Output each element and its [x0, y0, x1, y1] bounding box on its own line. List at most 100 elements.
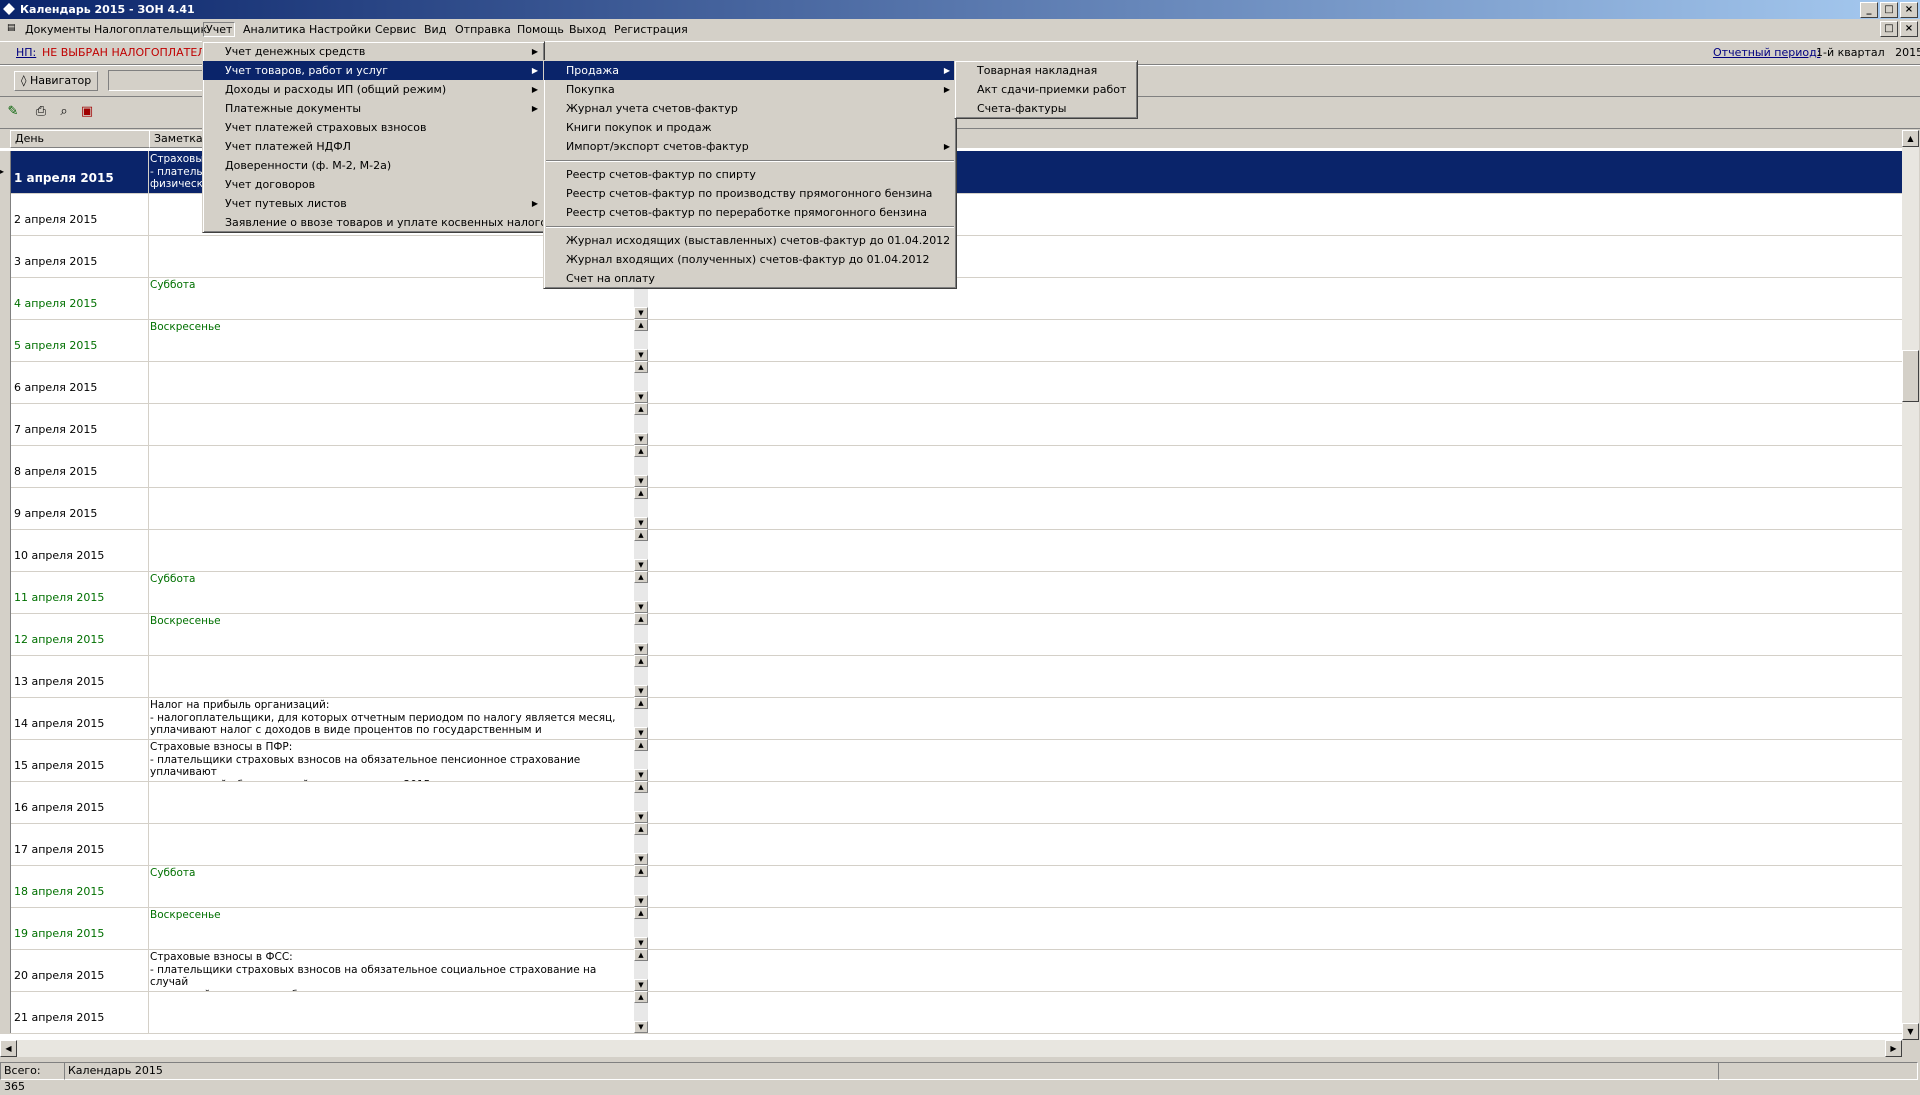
- goods-menu-item[interactable]: Журнал исходящих (выставленных) счетов-ф…: [544, 231, 956, 250]
- calendar-row[interactable]: 6 апреля 2015 ▲ ▼: [0, 361, 1902, 404]
- goods-menu-item[interactable]: Реестр счетов-фактур по производству пря…: [544, 184, 956, 203]
- note-scroll-down[interactable]: ▼: [634, 475, 648, 487]
- row-indicator[interactable]: [0, 571, 11, 613]
- minimize-button[interactable]: _: [1860, 2, 1878, 18]
- row-note[interactable]: Суббота: [150, 867, 630, 907]
- goods-menu-item[interactable]: Счет на оплату: [544, 269, 956, 288]
- calendar-row[interactable]: 19 апреля 2015 Воскресенье ▲ ▼: [0, 907, 1902, 950]
- note-scrollbar[interactable]: ▲▼: [634, 403, 648, 445]
- calendar-row[interactable]: 13 апреля 2015 ▲ ▼: [0, 655, 1902, 698]
- row-note[interactable]: Страховые взносы в ПФР: - плательщики ст…: [150, 741, 630, 781]
- note-scroll-up[interactable]: ▲: [634, 823, 648, 835]
- goods-menu-item[interactable]: Покупка ▶: [544, 80, 956, 99]
- goods-menu-item[interactable]: Журнал учета счетов-фактур: [544, 99, 956, 118]
- menu-exit[interactable]: Выход: [566, 22, 609, 37]
- row-indicator[interactable]: [0, 445, 11, 487]
- row-indicator[interactable]: [0, 781, 11, 823]
- uchet-menu-item[interactable]: Учет товаров, работ и услуг ▶: [203, 61, 544, 80]
- note-scroll-down[interactable]: ▼: [634, 601, 648, 613]
- note-scrollbar[interactable]: ▲▼: [634, 529, 648, 571]
- note-scroll-down[interactable]: ▼: [634, 769, 648, 781]
- note-scrollbar[interactable]: ▲▼: [634, 823, 648, 865]
- note-scroll-up[interactable]: ▲: [634, 361, 648, 373]
- menu-settings[interactable]: Настройки: [306, 22, 374, 37]
- note-scrollbar[interactable]: ▲▼: [634, 319, 648, 361]
- note-scroll-down[interactable]: ▼: [634, 433, 648, 445]
- note-scroll-down[interactable]: ▼: [634, 349, 648, 361]
- row-indicator[interactable]: [0, 319, 11, 361]
- navigator-button[interactable]: ◊ Навигатор: [14, 71, 99, 91]
- row-indicator[interactable]: [0, 361, 11, 403]
- uchet-menu-item[interactable]: Доверенности (ф. М-2, М-2а): [203, 156, 544, 175]
- scroll-thumb[interactable]: [1902, 350, 1919, 402]
- calendar-row[interactable]: 12 апреля 2015 Воскресенье ▲ ▼: [0, 613, 1902, 656]
- book-icon[interactable]: ▣: [78, 103, 96, 121]
- note-scroll-up[interactable]: ▲: [634, 571, 648, 583]
- uchet-menu-item[interactable]: Учет денежных средств ▶: [203, 42, 544, 61]
- note-scrollbar[interactable]: ▲▼: [634, 697, 648, 739]
- menu-help[interactable]: Помощь: [514, 22, 567, 37]
- note-scroll-up[interactable]: ▲: [634, 739, 648, 751]
- menu-taxpayer[interactable]: Налогоплательщик: [91, 22, 210, 37]
- row-indicator[interactable]: [0, 823, 11, 865]
- note-scroll-down[interactable]: ▼: [634, 685, 648, 697]
- note-scroll-up[interactable]: ▲: [634, 697, 648, 709]
- scroll-down-button[interactable]: ▼: [1902, 1023, 1919, 1040]
- edit-icon[interactable]: ✎: [4, 103, 22, 121]
- row-indicator[interactable]: [0, 235, 11, 277]
- calendar-row[interactable]: 5 апреля 2015 Воскресенье ▲ ▼: [0, 319, 1902, 362]
- row-indicator[interactable]: [0, 277, 11, 319]
- note-scroll-up[interactable]: ▲: [634, 613, 648, 625]
- row-indicator[interactable]: [0, 403, 11, 445]
- note-scroll-down[interactable]: ▼: [634, 811, 648, 823]
- menu-analytics[interactable]: Аналитика: [240, 22, 309, 37]
- maximize-button[interactable]: □: [1880, 2, 1898, 18]
- mdi-close-button[interactable]: ×: [1900, 21, 1918, 37]
- row-note[interactable]: [150, 405, 630, 445]
- goods-menu-item[interactable]: Журнал входящих (полученных) счетов-факт…: [544, 250, 956, 269]
- row-indicator[interactable]: [0, 613, 11, 655]
- scroll-up-button[interactable]: ▲: [1902, 130, 1919, 147]
- row-note[interactable]: [150, 489, 630, 529]
- uchet-menu-item[interactable]: Учет платежей страховых взносов: [203, 118, 544, 137]
- scroll-left-button[interactable]: ◀: [0, 1040, 17, 1057]
- note-scroll-down[interactable]: ▼: [634, 559, 648, 571]
- row-note[interactable]: Воскресенье: [150, 909, 630, 949]
- note-scrollbar[interactable]: ▲▼: [634, 487, 648, 529]
- row-indicator[interactable]: [0, 655, 11, 697]
- calendar-row[interactable]: 10 апреля 2015 ▲ ▼: [0, 529, 1902, 572]
- note-scroll-up[interactable]: ▲: [634, 655, 648, 667]
- calendar-row[interactable]: 16 апреля 2015 ▲ ▼: [0, 781, 1902, 824]
- note-scroll-up[interactable]: ▲: [634, 403, 648, 415]
- mdi-restore-button[interactable]: □: [1880, 21, 1898, 37]
- row-indicator[interactable]: [0, 907, 11, 949]
- row-indicator[interactable]: [0, 949, 11, 991]
- calendar-row[interactable]: 8 апреля 2015 ▲ ▼: [0, 445, 1902, 488]
- row-note[interactable]: Налог на прибыль организаций: - налогопл…: [150, 699, 630, 739]
- period-link[interactable]: Отчетный период:: [1713, 46, 1820, 59]
- column-day[interactable]: День: [10, 130, 150, 148]
- calendar-row[interactable]: 18 апреля 2015 Суббота ▲ ▼: [0, 865, 1902, 908]
- note-scroll-down[interactable]: ▼: [634, 937, 648, 949]
- note-scroll-down[interactable]: ▼: [634, 979, 648, 991]
- row-indicator[interactable]: [0, 739, 11, 781]
- uchet-menu-item[interactable]: Доходы и расходы ИП (общий режим) ▶: [203, 80, 544, 99]
- print-icon[interactable]: ⎙: [32, 103, 50, 121]
- row-note[interactable]: Страховые взносы в ФСС: - плательщики ст…: [150, 951, 630, 991]
- row-note[interactable]: [150, 993, 630, 1033]
- note-scrollbar[interactable]: ▲▼: [634, 781, 648, 823]
- goods-menu-item[interactable]: Импорт/экспорт счетов-фактур ▶: [544, 137, 956, 156]
- note-scroll-down[interactable]: ▼: [634, 853, 648, 865]
- goods-menu-item[interactable]: Реестр счетов-фактур по переработке прям…: [544, 203, 956, 222]
- note-scroll-up[interactable]: ▲: [634, 781, 648, 793]
- row-note[interactable]: [150, 825, 630, 865]
- note-scroll-down[interactable]: ▼: [634, 1021, 648, 1033]
- note-scroll-up[interactable]: ▲: [634, 529, 648, 541]
- note-scroll-up[interactable]: ▲: [634, 319, 648, 331]
- close-button[interactable]: ×: [1900, 2, 1918, 18]
- note-scroll-up[interactable]: ▲: [634, 991, 648, 1003]
- calendar-row[interactable]: 21 апреля 2015 ▲ ▼: [0, 991, 1902, 1034]
- note-scrollbar[interactable]: ▲▼: [634, 655, 648, 697]
- note-scrollbar[interactable]: ▲▼: [634, 361, 648, 403]
- note-scroll-down[interactable]: ▼: [634, 307, 648, 319]
